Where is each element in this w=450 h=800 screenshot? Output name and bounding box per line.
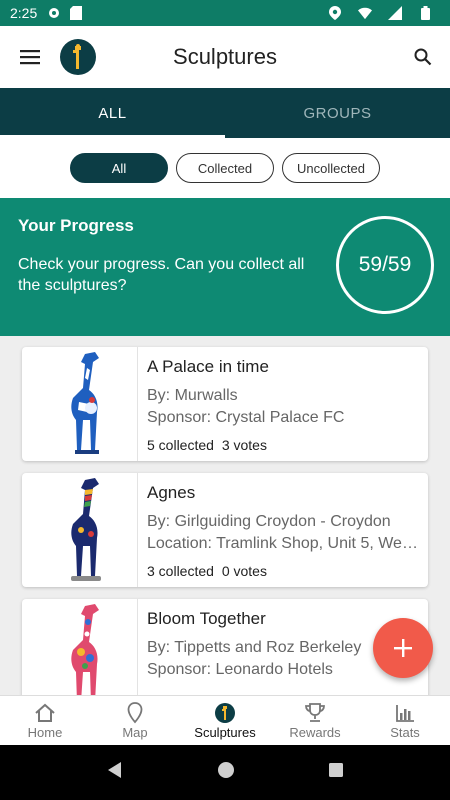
trophy-icon (304, 702, 326, 724)
sculpture-info: Agnes By: Girlguiding Croydon - Croydon … (138, 473, 428, 587)
app-logo[interactable] (60, 39, 96, 75)
nav-stats[interactable]: Stats (360, 696, 450, 745)
sd-card-icon (69, 6, 83, 20)
sculpture-name: A Palace in time (147, 357, 269, 376)
progress-count: 59/59 (336, 216, 434, 314)
sculpture-card[interactable]: A Palace in time By: Murwalls Sponsor: C… (22, 347, 428, 461)
nav-rewards-label: Rewards (289, 724, 341, 740)
nav-rewards[interactable]: Rewards (270, 696, 360, 745)
sculpture-artist: By: Girlguiding Croydon - Croydon (147, 513, 391, 530)
bar-chart-icon (395, 702, 415, 724)
sculpture-info: A Palace in time By: Murwalls Sponsor: C… (138, 347, 428, 461)
sculpture-artist: By: Murwalls (147, 387, 238, 404)
sculpture-name: Agnes (147, 483, 196, 502)
tab-groups[interactable]: GROUPS (225, 88, 450, 138)
bottom-navigation: Home Map Sculptures Rewards Stats (0, 695, 450, 745)
filter-chip-uncollected[interactable]: Uncollected (282, 153, 380, 183)
nav-map-label: Map (122, 724, 148, 740)
giraffe-sculpture-image (70, 478, 101, 581)
app-bar: Sculptures (0, 26, 450, 88)
sculpture-stats: 3 collected 0 votes (147, 563, 418, 579)
system-navigation-bar (0, 745, 450, 800)
sculpture-card[interactable]: Agnes By: Girlguiding Croydon - Croydon … (22, 473, 428, 587)
map-pin-icon (127, 701, 143, 724)
sculpture-thumbnail (22, 599, 138, 695)
collected-count: 3 collected (147, 563, 214, 579)
settings-gear-icon (47, 6, 61, 20)
sculpture-thumbnail (22, 473, 138, 587)
search-icon (414, 48, 432, 66)
nav-home-label: Home (27, 724, 63, 740)
back-icon[interactable] (106, 761, 124, 784)
nav-map[interactable]: Map (90, 696, 180, 745)
giraffe-sculpture-image (70, 352, 99, 454)
nav-stats-label: Stats (390, 724, 420, 740)
sculpture-thumbnail (22, 347, 138, 461)
tab-bar: ALL GROUPS (0, 88, 450, 138)
sculpture-sponsor: Sponsor: Crystal Palace FC (147, 409, 345, 426)
status-right-icons (328, 6, 440, 20)
progress-description: Check your progress. Can you collect all… (18, 256, 305, 294)
home-icon (34, 702, 56, 724)
home-circle-icon[interactable] (217, 761, 235, 784)
giraffe-sculpture-image (70, 604, 99, 695)
progress-banner[interactable]: Your Progress Check your progress. Can y… (0, 198, 450, 336)
wifi-icon (358, 6, 372, 20)
menu-button[interactable] (0, 26, 60, 88)
sculpture-card[interactable]: Bloom Together By: Tippetts and Roz Berk… (22, 599, 428, 695)
giraffe-logo-icon (215, 702, 235, 724)
filter-chips: All Collected Uncollected (0, 138, 450, 198)
signal-icon (388, 6, 402, 20)
add-fab-button[interactable] (373, 618, 433, 678)
location-icon (328, 6, 342, 20)
giraffe-logo-icon (73, 44, 81, 69)
nav-sculptures-label: Sculptures (194, 724, 256, 740)
collected-count: 5 collected (147, 437, 214, 453)
battery-icon (418, 6, 432, 20)
search-button[interactable] (406, 40, 440, 74)
recents-square-icon[interactable] (328, 762, 344, 783)
hamburger-menu-icon (20, 50, 40, 65)
sculpture-location: Location: Tramlink Shop, Unit 5, Wellesl… (147, 535, 418, 552)
nav-home[interactable]: Home (0, 696, 90, 745)
filter-chip-all[interactable]: All (70, 153, 168, 183)
vote-count: 0 votes (221, 563, 267, 579)
progress-title: Your Progress (18, 216, 134, 235)
vote-count: 3 votes (221, 437, 267, 453)
sculpture-name: Bloom Together (147, 609, 266, 628)
tab-all[interactable]: ALL (0, 88, 225, 138)
status-time: 2:25 (10, 5, 38, 21)
status-bar: 2:25 (0, 0, 450, 26)
sculpture-stats: 5 collected 3 votes (147, 437, 418, 453)
plus-icon (394, 639, 412, 657)
nav-sculptures[interactable]: Sculptures (180, 696, 270, 745)
filter-chip-collected[interactable]: Collected (176, 153, 274, 183)
